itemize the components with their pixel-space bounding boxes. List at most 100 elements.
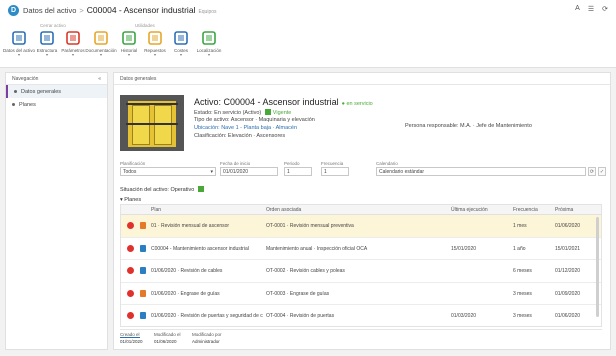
structure-icon <box>39 30 55 46</box>
asset-photo <box>120 95 184 151</box>
datasheet-icon <box>11 30 27 46</box>
asset-code-title: Activo: C00004 - Ascensor industrial <box>194 97 339 107</box>
planning-select[interactable]: Todos ▾ <box>120 167 216 176</box>
cell-order: OT-0004 · Revisión de puertas <box>266 313 335 319</box>
cell-plan: 01/06/2020 · Revisión de cables <box>151 268 223 274</box>
table-row[interactable]: 01/06/2020 · Engrase de guías OT-0003 · E… <box>121 283 601 305</box>
cell-last: 01/03/2020 <box>451 313 477 319</box>
cell-last: 15/01/2020 <box>451 245 477 252</box>
nav-item-plans[interactable]: Planes <box>6 98 107 111</box>
check-icon <box>197 186 204 192</box>
cell-next: 01/06/2020 <box>555 313 581 319</box>
remove-icon[interactable] <box>127 312 134 319</box>
calendar-icon <box>140 267 146 274</box>
filter-bar: Planificación Todos ▾ Fecha de inicio 01/… <box>120 161 606 181</box>
asset-state-badge: ● en servicio <box>341 101 373 107</box>
cell-next: 01/12/2020 <box>555 268 581 274</box>
calendar-icon <box>140 244 146 252</box>
help-icon[interactable]: A <box>575 5 580 13</box>
footer-label: Creado el <box>120 332 140 338</box>
ribbon-button-1[interactable]: Estructura ▾ <box>34 30 60 57</box>
window-actions: A ☰ ⟳ <box>575 5 608 13</box>
remove-icon[interactable] <box>127 289 134 297</box>
dropdown-arrow-icon: ▾ <box>17 52 20 57</box>
remove-icon[interactable] <box>127 222 134 229</box>
dropdown-arrow-icon: ▾ <box>99 52 102 57</box>
filter-period: Periodo 1 <box>284 161 312 176</box>
frequency-stepper[interactable]: 1 <box>321 167 349 176</box>
shield-icon <box>173 30 189 46</box>
start-date-input[interactable]: 01/01/2020 <box>220 167 278 176</box>
nav-item-general[interactable]: Datos generales <box>6 85 107 98</box>
audit-footer: Creado el Modificado el Modificado por 0… <box>120 329 602 347</box>
ribbon-button-0[interactable]: Datos del activo ▾ <box>3 30 35 57</box>
table-row[interactable]: 01/06/2020 · Revisión de cables OT-0002 ·… <box>121 260 601 283</box>
ribbon-button-4[interactable]: Historial ▾ <box>116 30 142 57</box>
dropdown-arrow-icon: ▾ <box>153 52 156 57</box>
asset-type-line: Tipo de activo: Ascensor · Maquinaria y … <box>194 117 315 123</box>
history-icon <box>121 30 137 46</box>
nav-item-label: Planes <box>19 101 36 108</box>
menu-icon[interactable]: ☰ <box>588 5 594 13</box>
period-stepper[interactable]: 1 <box>284 167 312 176</box>
table-row[interactable]: 01/06/2020 · Revisión de puertas y segur… <box>121 305 601 326</box>
col-frequency[interactable]: Frecuencia <box>513 207 538 213</box>
ribbon-button-6[interactable]: Costes ▾ <box>168 30 194 57</box>
col-next[interactable]: Próxima <box>555 207 573 213</box>
footer-label: Modificado por <box>192 332 222 337</box>
dropdown-arrow-icon: ▾ <box>179 52 182 57</box>
footer-label: Modificado el <box>154 332 181 337</box>
ribbon-button-7[interactable]: Localización ▾ <box>196 30 222 57</box>
table-row[interactable]: C00004 - Mantenimiento ascensor industri… <box>121 238 601 260</box>
footer-value: 01/06/2020 <box>154 339 177 344</box>
refresh-filter-button[interactable]: ⟳ <box>588 167 596 176</box>
asset-responsible: Persona responsable: M.A. · Jefe de Mant… <box>405 123 532 129</box>
document-icon <box>140 222 146 229</box>
bullet-icon <box>14 90 17 93</box>
cell-order: Mantenimiento anual · Inspección oficial… <box>266 245 368 252</box>
refresh-icon[interactable]: ⟳ <box>602 5 608 13</box>
apply-filter-button[interactable]: ✓ <box>598 167 606 176</box>
calendar-icon <box>140 312 146 319</box>
table-scrollbar[interactable] <box>596 217 599 317</box>
ribbon-button-2[interactable]: Parámetros ▾ <box>60 30 86 57</box>
cell-order: OT-0003 · Engrase de guías <box>266 290 330 297</box>
main-header: Datos generales <box>114 73 610 85</box>
ribbon-toolbar: Cerrar activo Utilidades Datos del activ… <box>0 20 616 68</box>
cell-plan: 01 · Revisión mensual de ascensor <box>151 223 230 229</box>
collapse-panel-icon[interactable]: « <box>98 76 101 82</box>
breadcrumb-tag: Equipos <box>198 9 217 15</box>
filter-frequency: Frecuencia 1 <box>321 161 349 176</box>
check-icon <box>264 109 271 115</box>
ribbon-button-3[interactable]: Documentación ▾ <box>85 30 117 57</box>
main-panel: Datos generales Activo: C00004 - Ascenso… <box>113 72 611 350</box>
ribbon-button-5[interactable]: Repuestos ▾ <box>142 30 168 57</box>
folder-icon <box>93 30 109 46</box>
table-header: Plan Orden asociada Última ejecución Fre… <box>121 205 601 215</box>
col-last[interactable]: Última ejecución <box>451 207 488 213</box>
footer-value: 01/01/2020 <box>120 339 143 344</box>
cell-freq: 3 meses <box>513 290 532 297</box>
asset-status-line: Situación del activo: Operativo <box>120 186 206 193</box>
cell-plan: C00004 - Mantenimiento ascensor industri… <box>151 245 249 252</box>
table-row[interactable]: 01 · Revisión mensual de ascensor OT-0001… <box>121 215 601 238</box>
col-order[interactable]: Orden asociada <box>266 207 301 213</box>
cell-next: 01/09/2020 <box>555 290 581 297</box>
gauge-icon <box>65 30 81 46</box>
cell-freq: 1 mes <box>513 223 527 229</box>
dropdown-arrow-icon: ▾ <box>207 52 210 57</box>
parts-icon <box>147 30 163 46</box>
breadcrumb-current: C00004 - Ascensor industrial <box>86 5 196 15</box>
calendar-select[interactable]: Calendario estándar <box>376 167 586 176</box>
remove-icon[interactable] <box>127 244 134 252</box>
cell-order: OT-0002 · Revisión cables y poleas <box>266 268 345 274</box>
plans-section-title[interactable]: ▾ Planes <box>120 197 141 203</box>
navigation-title: Navegación <box>12 75 39 82</box>
breadcrumb-root[interactable]: Datos del activo <box>23 6 76 15</box>
col-plan[interactable]: Plan <box>151 207 161 213</box>
plans-table: Plan Orden asociada Última ejecución Fre… <box>120 204 602 327</box>
app-logo-icon: D <box>8 4 19 16</box>
remove-icon[interactable] <box>127 267 134 274</box>
cell-plan: 01/06/2020 · Engrase de guías <box>151 290 220 297</box>
cell-freq: 1 año <box>513 245 526 252</box>
